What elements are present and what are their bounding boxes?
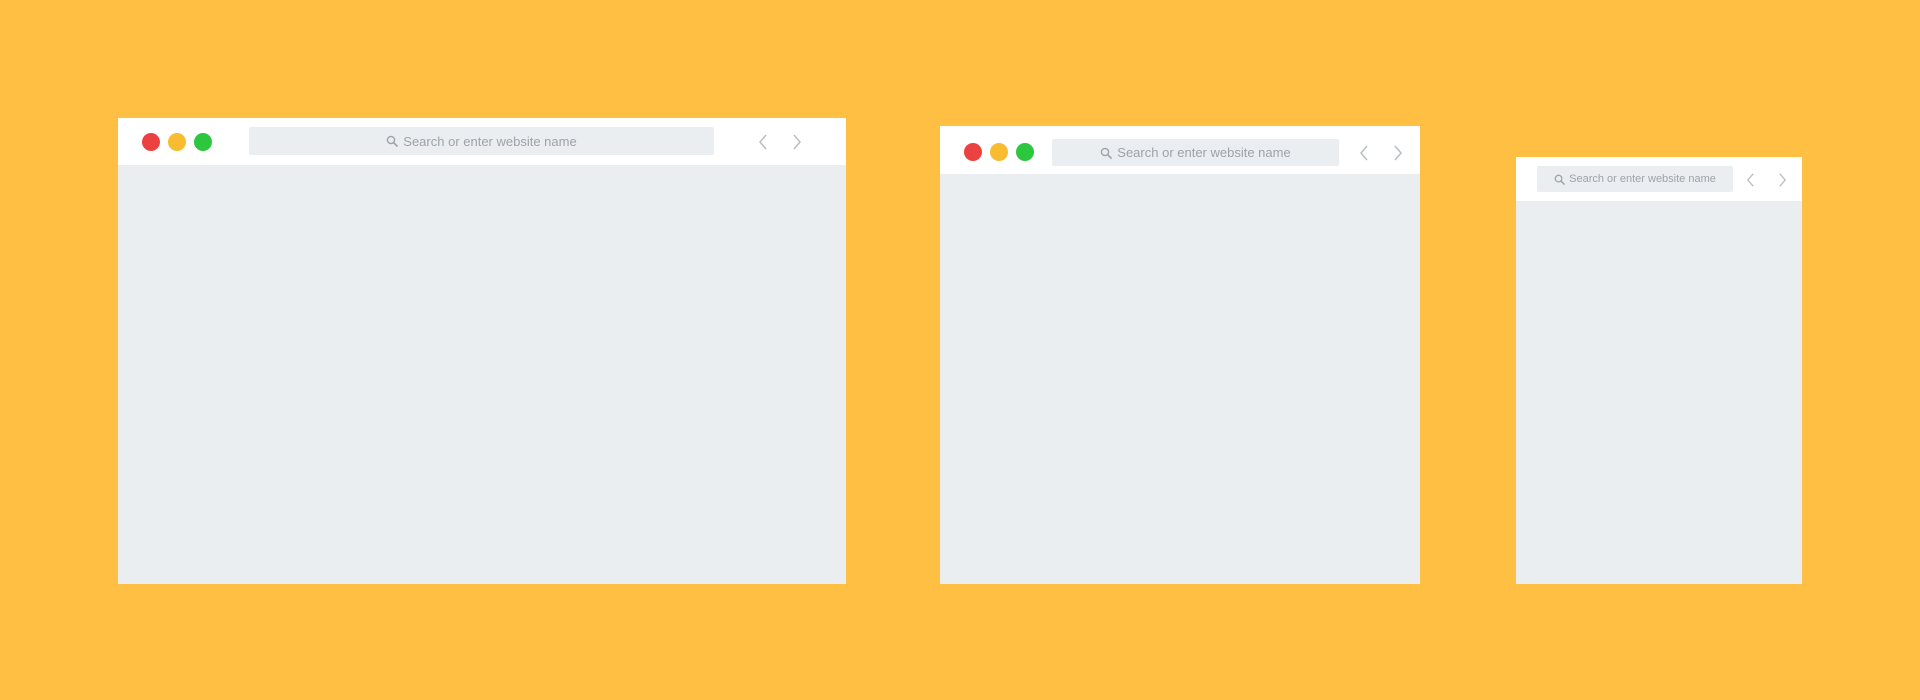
- browser-content-area: [940, 174, 1420, 584]
- back-button[interactable]: [1358, 144, 1370, 162]
- chevron-right-icon: [1394, 145, 1402, 161]
- minimize-window-button[interactable]: [990, 143, 1008, 161]
- search-icon: [1100, 147, 1113, 159]
- minimize-window-button[interactable]: [168, 133, 186, 151]
- address-placeholder: Search or enter website name: [403, 133, 577, 149]
- search-icon: [386, 135, 399, 147]
- chevron-right-icon: [793, 134, 801, 150]
- browser-toolbar: Search or enter website name: [1516, 157, 1802, 201]
- browser-toolbar: Search or enter website name: [940, 126, 1420, 174]
- close-window-button[interactable]: [142, 133, 160, 151]
- forward-button[interactable]: [1777, 172, 1788, 188]
- browser-window-large: Search or enter website name: [118, 118, 846, 584]
- forward-button[interactable]: [1392, 144, 1404, 162]
- address-placeholder: Search or enter website name: [1117, 145, 1291, 160]
- search-icon: [1554, 174, 1565, 185]
- maximize-window-button[interactable]: [1016, 143, 1034, 161]
- close-window-button[interactable]: [964, 143, 982, 161]
- back-button[interactable]: [1745, 172, 1756, 188]
- chevron-left-icon: [759, 134, 767, 150]
- browser-content-area: [1516, 201, 1802, 584]
- address-placeholder: Search or enter website name: [1569, 173, 1716, 185]
- browser-window-small: Search or enter website name: [1516, 157, 1802, 584]
- browser-window-medium: Search or enter website name: [940, 126, 1420, 584]
- chevron-left-icon: [1746, 173, 1754, 187]
- address-bar[interactable]: Search or enter website name: [1052, 139, 1339, 166]
- forward-button[interactable]: [791, 133, 803, 151]
- canvas: { "colors": { "background": "#FFBF43", "…: [0, 0, 1920, 700]
- chevron-right-icon: [1779, 173, 1787, 187]
- browser-toolbar: Search or enter website name: [118, 118, 846, 165]
- chevron-left-icon: [1360, 145, 1368, 161]
- browser-content-area: [118, 165, 846, 584]
- address-bar[interactable]: Search or enter website name: [249, 127, 714, 155]
- address-bar[interactable]: Search or enter website name: [1537, 166, 1733, 192]
- maximize-window-button[interactable]: [194, 133, 212, 151]
- back-button[interactable]: [757, 133, 769, 151]
